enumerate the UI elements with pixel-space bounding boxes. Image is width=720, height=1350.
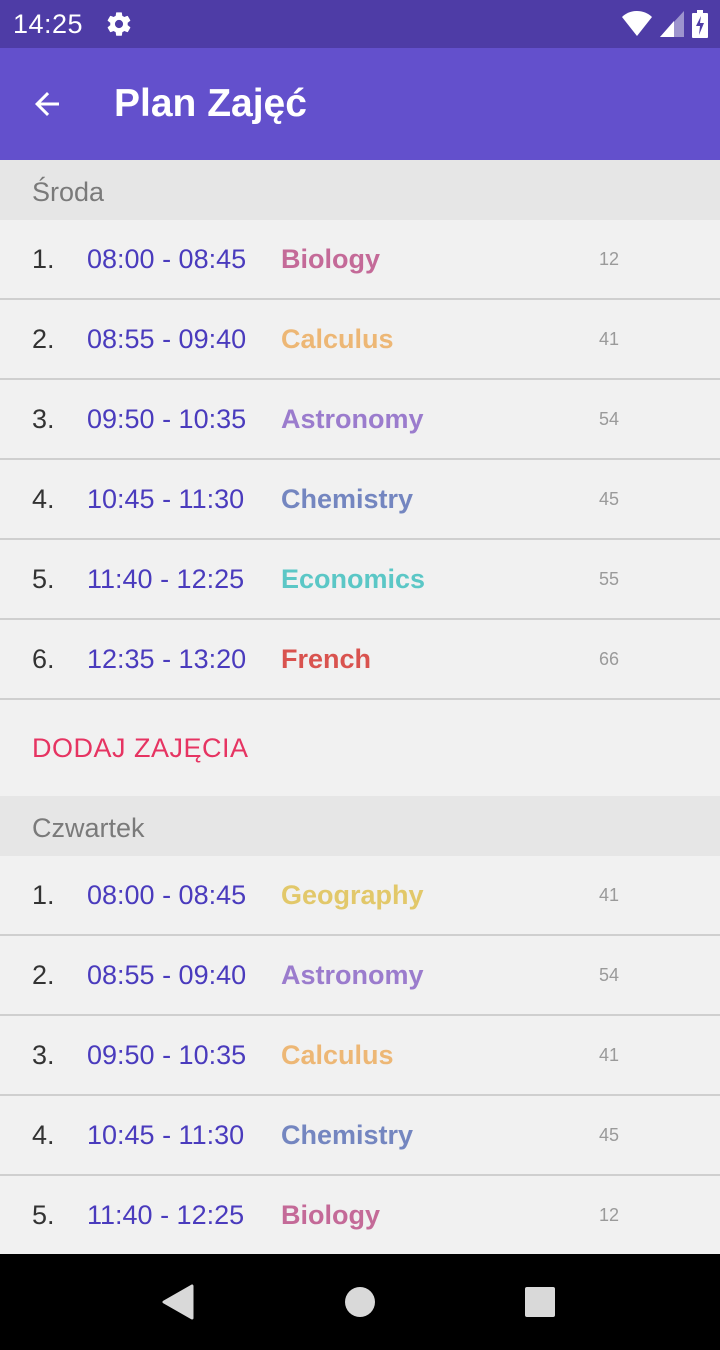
lesson-row[interactable]: 4. 10:45 - 11:30 Chemistry 45 bbox=[0, 1096, 720, 1176]
back-button[interactable] bbox=[0, 48, 94, 160]
lesson-room: 54 bbox=[599, 408, 620, 429]
lesson-room: 12 bbox=[599, 1204, 620, 1225]
nav-recents-icon bbox=[525, 1287, 555, 1317]
lesson-room: 45 bbox=[599, 1124, 620, 1145]
navigation-bar bbox=[0, 1254, 720, 1350]
status-time: 14:25 bbox=[13, 8, 84, 39]
lesson-room: 41 bbox=[599, 328, 620, 349]
lesson-subject: Calculus bbox=[281, 323, 394, 354]
lesson-number: 1. bbox=[32, 879, 55, 910]
lesson-subject: Geography bbox=[281, 879, 424, 910]
lesson-time: 11:40 - 12:25 bbox=[87, 563, 245, 594]
lesson-row[interactable]: 1. 08:00 - 08:45 Geography 41 bbox=[0, 856, 720, 936]
nav-back-button[interactable] bbox=[118, 1254, 238, 1350]
lesson-time: 08:00 - 08:45 bbox=[87, 243, 247, 274]
lesson-row[interactable]: 4. 10:45 - 11:30 Chemistry 45 bbox=[0, 460, 720, 540]
lesson-number: 6. bbox=[32, 643, 55, 674]
day-header: Czwartek bbox=[0, 796, 720, 856]
lesson-subject: Astronomy bbox=[281, 403, 424, 434]
lesson-time: 08:00 - 08:45 bbox=[87, 879, 247, 910]
lesson-number: 2. bbox=[32, 959, 55, 990]
lesson-room: 41 bbox=[599, 884, 620, 905]
lesson-row[interactable]: 2. 08:55 - 09:40 Astronomy 54 bbox=[0, 936, 720, 1016]
lesson-row[interactable]: 2. 08:55 - 09:40 Calculus 41 bbox=[0, 300, 720, 380]
lesson-subject: Chemistry bbox=[281, 1119, 414, 1150]
nav-home-button[interactable] bbox=[300, 1254, 420, 1350]
lesson-row[interactable]: 5. 11:40 - 12:25 Biology 12 bbox=[0, 1176, 720, 1254]
lesson-room: 66 bbox=[599, 648, 620, 669]
lesson-number: 2. bbox=[32, 323, 55, 354]
nav-back-icon bbox=[162, 1284, 194, 1320]
lesson-row[interactable]: 6. 12:35 - 13:20 French 66 bbox=[0, 620, 720, 700]
schedule-days: Środa 1. 08:00 - 08:45 Biology 12 2. 08:55 - 0… bbox=[0, 160, 720, 1254]
lesson-subject: Astronomy bbox=[281, 959, 424, 990]
app-bar: Plan Zajęć bbox=[0, 48, 720, 160]
lesson-number: 3. bbox=[32, 403, 55, 434]
lesson-number: 1. bbox=[32, 243, 55, 274]
lesson-number: 3. bbox=[32, 1039, 55, 1070]
signal-icon bbox=[660, 11, 684, 37]
arrow-back-icon bbox=[35, 92, 59, 116]
lesson-time: 11:40 - 12:25 bbox=[87, 1199, 245, 1230]
lesson-number: 5. bbox=[32, 1199, 55, 1230]
lesson-time: 12:35 - 13:20 bbox=[87, 643, 247, 674]
lesson-row[interactable]: 5. 11:40 - 12:25 Economics 55 bbox=[0, 540, 720, 620]
battery-icon bbox=[692, 10, 708, 38]
lesson-number: 5. bbox=[32, 563, 55, 594]
lesson-room: 55 bbox=[599, 568, 620, 589]
lesson-room: 41 bbox=[599, 1044, 620, 1065]
lesson-subject: Calculus bbox=[281, 1039, 394, 1070]
lesson-number: 4. bbox=[32, 1119, 55, 1150]
lesson-subject: Biology bbox=[281, 1199, 380, 1230]
nav-home-icon bbox=[345, 1287, 375, 1317]
lesson-room: 12 bbox=[599, 248, 620, 269]
lesson-time: 10:45 - 11:30 bbox=[87, 1119, 245, 1150]
lesson-subject: Economics bbox=[281, 563, 426, 594]
schedule-list[interactable]: Środa 1. 08:00 - 08:45 Biology 12 2. 08:55 - 0… bbox=[0, 160, 720, 1254]
nav-recents-button[interactable] bbox=[480, 1254, 600, 1350]
status-icons bbox=[622, 10, 708, 38]
status-bar: 14:25 bbox=[0, 0, 720, 48]
lesson-row[interactable]: 1. 08:00 - 08:45 Biology 12 bbox=[0, 220, 720, 300]
gear-icon bbox=[107, 12, 131, 36]
lesson-room: 54 bbox=[599, 964, 620, 985]
lesson-time: 08:55 - 09:40 bbox=[87, 323, 247, 354]
lesson-time: 09:50 - 10:35 bbox=[87, 1039, 247, 1070]
lesson-subject: French bbox=[281, 643, 372, 674]
lesson-room: 45 bbox=[599, 488, 620, 509]
lesson-number: 4. bbox=[32, 483, 55, 514]
lesson-time: 09:50 - 10:35 bbox=[87, 403, 247, 434]
wifi-icon bbox=[622, 11, 652, 36]
lesson-time: 10:45 - 11:30 bbox=[87, 483, 245, 514]
page-title: Plan Zajęć bbox=[114, 82, 307, 125]
lesson-subject: Chemistry bbox=[281, 483, 414, 514]
lesson-row[interactable]: 3. 09:50 - 10:35 Astronomy 54 bbox=[0, 380, 720, 460]
lesson-row[interactable]: 3. 09:50 - 10:35 Calculus 41 bbox=[0, 1016, 720, 1096]
lesson-time: 08:55 - 09:40 bbox=[87, 959, 247, 990]
add-lesson-button[interactable]: DODAJ ZAJĘCIA bbox=[0, 700, 720, 796]
lesson-subject: Biology bbox=[281, 243, 380, 274]
day-header: Środa bbox=[0, 160, 720, 220]
